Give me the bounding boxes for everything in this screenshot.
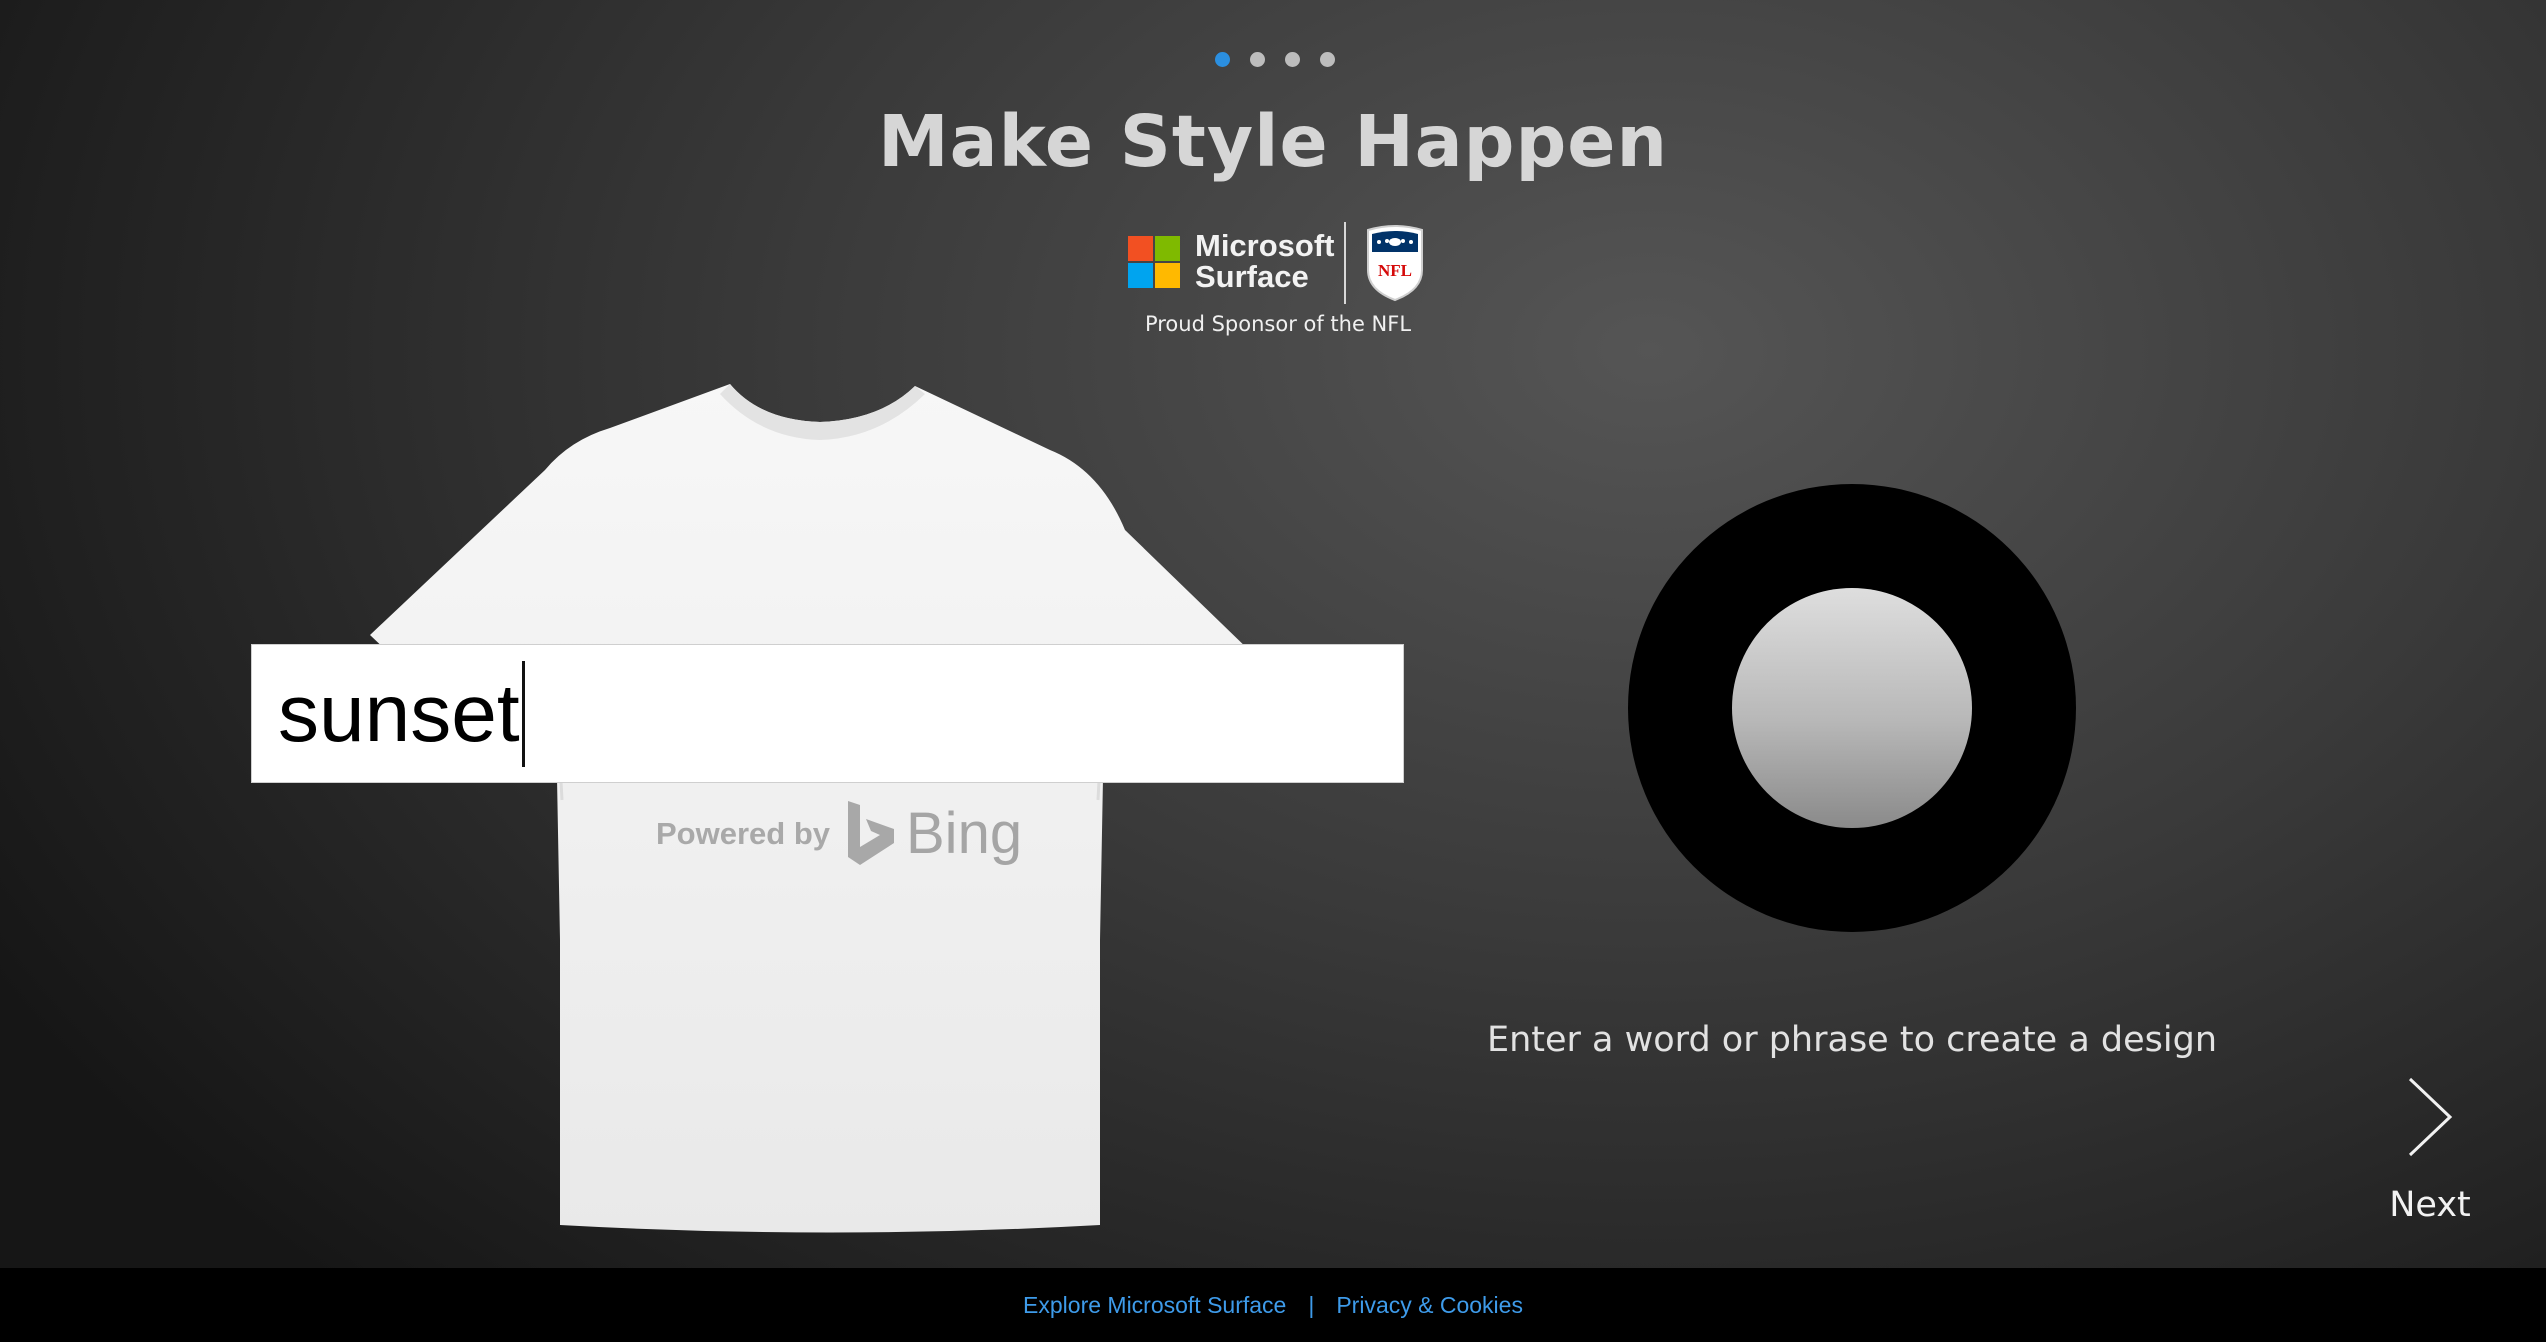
footer: Explore Microsoft Surface | Privacy & Co…	[0, 1268, 2546, 1342]
powered-by-bing: Powered by Bing	[656, 800, 1022, 867]
privacy-cookies-link[interactable]: Privacy & Cookies	[1336, 1292, 1523, 1319]
explore-surface-link[interactable]: Explore Microsoft Surface	[1023, 1292, 1286, 1319]
search-input-value[interactable]: sunset	[278, 667, 520, 761]
brand-line-1: Microsoft	[1195, 228, 1335, 263]
page-dot-3[interactable]	[1285, 52, 1300, 67]
page-dot-4[interactable]	[1320, 52, 1335, 67]
record-button-center[interactable]	[1732, 588, 1972, 828]
record-button-icon[interactable]	[1628, 484, 2076, 932]
sponsor-block: Microsoft Surface NFL Proud Sponsor of t…	[1128, 220, 1428, 340]
microsoft-logo-icon	[1128, 236, 1180, 288]
brand-line-2: Surface	[1195, 259, 1309, 294]
nfl-shield-icon: NFL	[1367, 225, 1423, 302]
page-title: Make Style Happen	[878, 100, 1668, 183]
powered-by-label: Powered by	[656, 815, 830, 851]
sponsor-tagline: Proud Sponsor of the NFL	[1144, 312, 1412, 336]
next-label: Next	[2389, 1185, 2471, 1225]
text-caret	[521, 660, 525, 767]
bing-wordmark: Bing	[906, 801, 1023, 866]
page-dot-2[interactable]	[1250, 52, 1265, 67]
microsoft-surface-wordmark: Microsoft Surface	[1195, 230, 1335, 292]
design-search-input[interactable]: sunset	[251, 644, 1404, 783]
chevron-right-icon	[2408, 1077, 2453, 1157]
next-button[interactable]: Next	[2380, 1075, 2480, 1235]
instruction-text: Enter a word or phrase to create a desig…	[1486, 1020, 2218, 1060]
footer-separator: |	[1308, 1291, 1315, 1318]
svg-text:NFL: NFL	[1378, 261, 1412, 280]
page-indicator	[1215, 52, 1335, 67]
page-dot-1[interactable]	[1215, 52, 1230, 67]
logo-divider	[1344, 222, 1346, 304]
bing-logo-icon	[848, 800, 894, 865]
